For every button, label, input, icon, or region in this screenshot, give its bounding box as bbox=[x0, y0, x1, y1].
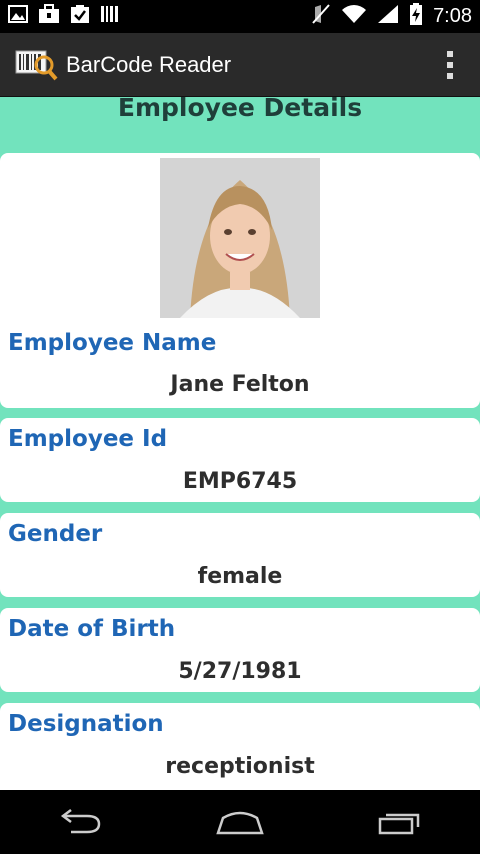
wifi-icon bbox=[341, 4, 367, 29]
gallery-icon bbox=[8, 5, 28, 28]
mute-icon bbox=[311, 3, 331, 30]
field-card-date-of-birth: Date of Birth 5/27/1981 bbox=[0, 608, 480, 692]
field-value-designation: receptionist bbox=[165, 754, 315, 779]
field-label-gender: Gender bbox=[8, 521, 103, 547]
field-card-employee-id: Employee Id EMP6745 bbox=[0, 418, 480, 502]
barcode-icon bbox=[100, 4, 120, 29]
navigation-bar bbox=[0, 790, 480, 854]
field-value-date-of-birth: 5/27/1981 bbox=[178, 659, 302, 684]
field-value-gender: female bbox=[197, 564, 283, 589]
field-value-employee-name: Jane Felton bbox=[170, 372, 310, 397]
employee-photo-card: Employee Name Jane Felton bbox=[0, 153, 480, 408]
home-icon[interactable] bbox=[195, 790, 285, 854]
overflow-menu-icon[interactable] bbox=[430, 33, 470, 97]
field-label-designation: Designation bbox=[8, 711, 164, 737]
field-card-designation: Designation receptionist bbox=[0, 703, 480, 790]
clipboard-check-icon bbox=[70, 4, 90, 29]
field-label-employee-name: Employee Name bbox=[8, 330, 217, 356]
recent-apps-icon[interactable] bbox=[355, 790, 445, 854]
barcode-reader-icon[interactable] bbox=[14, 45, 58, 85]
field-value-employee-id: EMP6745 bbox=[182, 469, 298, 494]
status-bar: 7:08 bbox=[0, 0, 480, 33]
employee-photo bbox=[160, 158, 320, 318]
back-icon[interactable] bbox=[35, 790, 125, 854]
signal-icon bbox=[377, 4, 399, 29]
briefcase-icon bbox=[38, 4, 60, 29]
content-area: Employee Details Employee Name Jane Felt… bbox=[0, 97, 480, 790]
field-label-date-of-birth: Date of Birth bbox=[8, 616, 176, 642]
status-time: 7:08 bbox=[433, 5, 472, 27]
app-title: BarCode Reader bbox=[66, 51, 232, 77]
page-title: Employee Details bbox=[117, 97, 363, 122]
field-card-gender: Gender female bbox=[0, 513, 480, 597]
field-label-employee-id: Employee Id bbox=[8, 426, 168, 452]
battery-charging-icon bbox=[409, 3, 423, 30]
action-bar: BarCode Reader bbox=[0, 33, 480, 97]
